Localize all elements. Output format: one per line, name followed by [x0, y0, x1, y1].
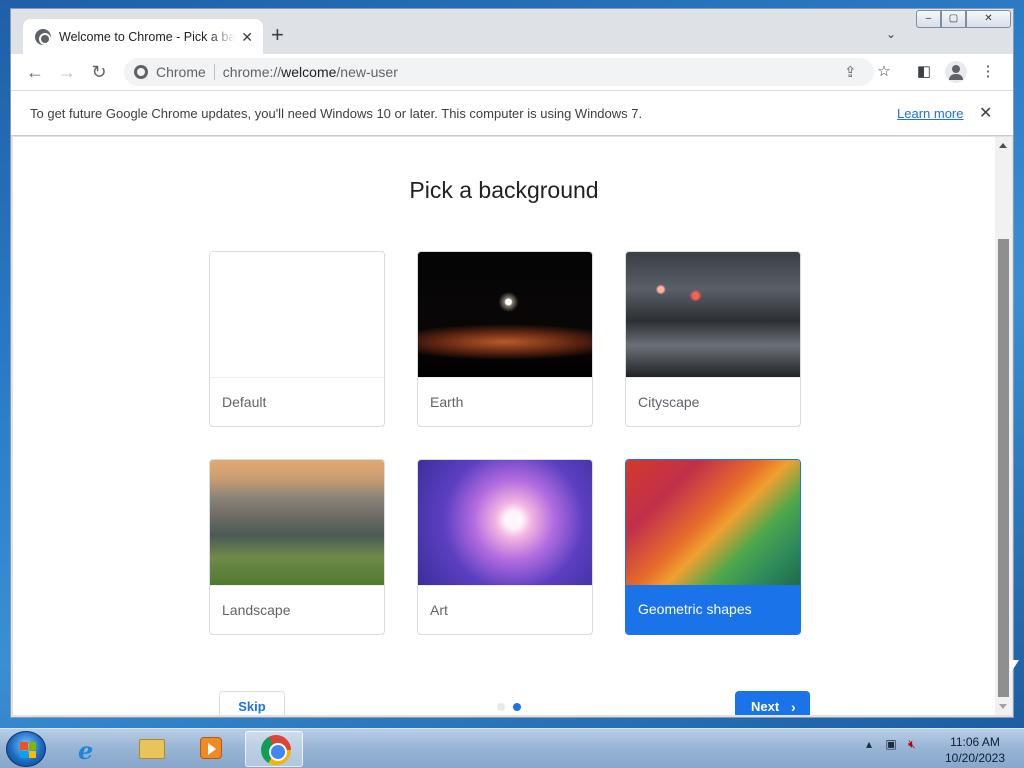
background-card-geometric-shapes[interactable]: Geometric shapes — [625, 459, 801, 635]
window-controls: – ▢ ✕ — [916, 10, 1011, 28]
background-label: Cityscape — [626, 377, 800, 426]
browser-toolbar: ← → ↻ Chrome chrome://welcome/new-user ⇪… — [11, 54, 1013, 90]
update-infobar: To get future Google Chrome updates, you… — [11, 90, 1013, 136]
background-thumbnail — [626, 252, 800, 377]
close-window-button[interactable]: ✕ — [966, 10, 1011, 28]
pager-dots — [497, 703, 521, 711]
chevron-right-icon: › — [791, 699, 796, 715]
kebab-menu-icon[interactable]: ⋮ — [978, 62, 998, 82]
tab-title: Welcome to Chrome - Pick a background — [59, 30, 236, 44]
tab-welcome[interactable]: Welcome to Chrome - Pick a background ✕ — [23, 19, 263, 55]
background-label: Geometric shapes — [626, 585, 800, 634]
chrome-icon — [261, 735, 291, 765]
omnibox[interactable]: Chrome chrome://welcome/new-user ⇪ — [124, 58, 874, 86]
background-label: Default — [210, 377, 384, 426]
next-button-label: Next — [751, 699, 780, 714]
clock-time: 11:06 AM — [950, 735, 1000, 749]
volume-muted-icon[interactable]: 🔇︎ — [908, 737, 916, 751]
background-thumbnail — [210, 460, 384, 585]
scroll-down-arrow-icon[interactable] — [999, 704, 1007, 709]
background-thumbnail — [626, 460, 800, 585]
tab-search-chevron-icon[interactable]: ⌄ — [886, 27, 896, 41]
background-label: Landscape — [210, 585, 384, 634]
taskbar-chrome[interactable] — [245, 731, 303, 767]
vertical-scrollbar[interactable] — [995, 137, 1012, 715]
internet-explorer-icon: e — [78, 736, 94, 765]
background-label: Earth — [418, 377, 592, 426]
mouse-cursor — [1010, 660, 1019, 674]
page-content: Pick a background Default Earth Cityscap… — [13, 137, 995, 715]
taskbar-media-player[interactable] — [182, 731, 240, 767]
back-arrow-icon[interactable]: ← — [25, 62, 45, 82]
maximize-button[interactable]: ▢ — [941, 10, 966, 28]
infobar-close-icon[interactable]: ✕ — [979, 103, 992, 123]
background-thumbnail — [210, 252, 384, 377]
tab-strip: Welcome to Chrome - Pick a background ✕ … — [11, 9, 1013, 55]
background-thumbnail — [418, 460, 592, 585]
taskbar-file-explorer[interactable] — [122, 731, 180, 767]
windows-logo-icon — [20, 742, 36, 758]
folder-icon — [139, 739, 165, 759]
background-label: Art — [418, 585, 592, 634]
background-card-default[interactable]: Default — [209, 251, 385, 427]
scrollbar-thumb[interactable] — [998, 239, 1009, 697]
new-tab-button[interactable]: + — [271, 24, 284, 46]
taskbar-internet-explorer[interactable]: e — [60, 731, 118, 767]
chrome-window: Welcome to Chrome - Pick a background ✕ … — [10, 8, 1014, 718]
globe-icon — [35, 29, 51, 45]
system-tray: ▴ ▣ 🔇︎ — [866, 737, 916, 752]
background-card-earth[interactable]: Earth — [417, 251, 593, 427]
page-title: Pick a background — [409, 177, 599, 203]
chrome-logo-icon — [134, 65, 148, 79]
omnibox-chip: Chrome — [156, 64, 206, 80]
learn-more-link[interactable]: Learn more — [897, 106, 963, 121]
background-card-cityscape[interactable]: Cityscape — [625, 251, 801, 427]
infobar-message: To get future Google Chrome updates, you… — [30, 106, 643, 121]
side-panel-icon[interactable]: ◧ — [914, 62, 934, 82]
network-icon[interactable]: ▣ — [885, 737, 896, 751]
profile-avatar-icon[interactable] — [945, 61, 967, 83]
media-player-icon — [200, 737, 222, 759]
clock-date: 10/20/2023 — [944, 751, 1006, 765]
tray-expand-icon[interactable]: ▴ — [866, 737, 872, 751]
taskbar: e ▴ ▣ 🔇︎ 11:06 AM 10/20/2023 — [0, 728, 1024, 768]
pager-dot-active — [513, 703, 521, 711]
taskbar-clock[interactable]: 11:06 AM 10/20/2023 — [940, 734, 1010, 766]
next-button[interactable]: Next › — [735, 691, 810, 715]
pager-dot — [497, 703, 505, 711]
background-thumbnail — [418, 252, 592, 377]
background-card-landscape[interactable]: Landscape — [209, 459, 385, 635]
minimize-button[interactable]: – — [916, 10, 941, 28]
share-icon[interactable]: ⇪ — [844, 63, 857, 81]
bookmark-star-icon[interactable]: ☆ — [874, 62, 894, 82]
reload-icon[interactable]: ↻ — [89, 62, 109, 82]
omnibox-url[interactable]: chrome://welcome/new-user — [223, 64, 398, 80]
background-card-art[interactable]: Art — [417, 459, 593, 635]
omnibox-separator — [213, 64, 215, 80]
tab-close-icon[interactable]: ✕ — [241, 29, 253, 46]
skip-button[interactable]: Skip — [219, 691, 285, 715]
start-button[interactable] — [6, 731, 46, 767]
forward-arrow-icon[interactable]: → — [57, 62, 77, 82]
scroll-up-arrow-icon[interactable] — [999, 143, 1007, 148]
